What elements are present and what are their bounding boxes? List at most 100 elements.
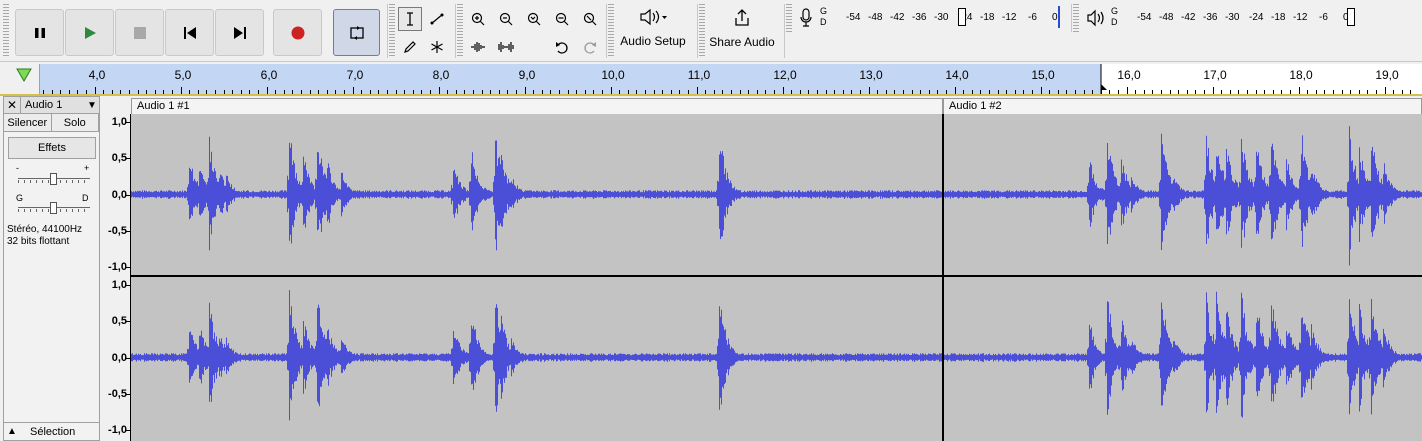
timeline-after-end[interactable] [1101,64,1422,94]
record-icon [291,26,304,39]
clip-boundary[interactable] [942,114,944,441]
pan-slider-thumb[interactable] [50,202,57,214]
amplitude-label: 0,0 [111,351,127,364]
draw-tool-button[interactable] [398,35,422,59]
selection-tool-button[interactable] [398,7,422,31]
zoom-selection-icon [527,12,541,26]
record-meter[interactable]: G D -54 -48 -42 -36 -30 -24 -18 -12 -6 0 [796,6,1066,30]
clip-name[interactable]: Audio 1 #2 [949,100,1002,112]
zoom-out-icon [499,12,513,26]
gain-slider[interactable] [18,173,90,185]
skip-to-start-button[interactable] [165,9,214,56]
ruler-label: 16,0 [1117,68,1141,82]
record-meter-slider-thumb[interactable] [958,8,966,26]
solo-button[interactable]: Solo [51,114,99,132]
meter-scale-label: -42 [1181,12,1196,23]
meter-scale-label: -30 [1225,12,1240,23]
close-track-button[interactable]: ✕ [4,97,21,113]
track-format-line2: 32 bits flottant [7,236,70,247]
amplitude-tick [126,122,130,123]
record-button[interactable] [273,9,322,56]
track-control-panel[interactable]: ✕ Audio 1 ▼ Silencer Solo Effets - + G D… [3,96,100,441]
audio-setup-label: Audio Setup [620,34,686,48]
playback-meter[interactable]: G D -54 -48 -42 -36 -30 -24 -18 -12 -6 0 [1084,6,1364,30]
clip-name[interactable]: Audio 1 #1 [137,100,190,112]
meter-scale-label: -12 [1293,12,1308,23]
zoom-out-button[interactable] [494,7,518,31]
skip-to-end-button[interactable] [215,9,264,56]
zoom-toggle-button[interactable] [578,7,602,31]
ruler-tick [266,87,268,94]
gain-slider-thumb[interactable] [50,173,57,185]
ruler-tick [1126,87,1128,94]
ruler-tick [1212,87,1214,94]
clip-header[interactable]: Audio 1 #2 [943,98,1422,114]
toolbar-separator [387,4,388,58]
selection-end-marker [1100,64,1107,94]
share-icon [735,9,749,26]
tools-grip[interactable] [389,4,395,58]
skip-end-icon [233,26,246,39]
trim-icon [471,42,485,52]
select-track-button[interactable]: ▲ Sélection [4,422,99,440]
meter-scale-label: -36 [1203,12,1218,23]
track-menu-dropdown[interactable]: ▼ [85,100,99,111]
audio-setup-grip[interactable] [608,4,614,58]
audio-setup-button[interactable]: Audio Setup [616,8,690,56]
meter-scale-label: -18 [980,12,995,23]
pause-button[interactable] [15,9,64,56]
playback-meter-slider-thumb[interactable] [1347,8,1355,26]
gain-minus-label: - [16,163,19,173]
mute-button[interactable]: Silencer [4,114,52,132]
ruler-label: 5,0 [174,68,192,82]
collapse-icon[interactable]: ▲ [4,426,20,437]
meter-scale-label: -54 [1137,12,1152,23]
multi-tool-button[interactable] [425,35,449,59]
asterisk-icon [431,41,443,53]
clip-header[interactable]: Audio 1 #1 [131,98,943,114]
pan-slider[interactable] [18,202,90,214]
record-meter-left-channel: G [820,6,828,16]
play-button[interactable] [65,9,114,56]
envelope-tool-button[interactable] [425,7,449,31]
toolbar: Audio Setup Share Audio G D -54 -48 -42 … [0,0,1422,62]
record-meter-grip[interactable] [786,4,792,32]
loop-button[interactable] [333,9,380,56]
playback-meter-left-channel: G [1111,6,1119,16]
amplitude-tick [126,321,130,323]
waveform-view[interactable] [131,114,1422,441]
record-meter-level-bar [1058,6,1060,28]
meter-scale-label: -48 [1159,12,1174,23]
ruler-label: 15,0 [1031,68,1055,82]
ruler-tick [1298,87,1300,94]
edit-grip[interactable] [457,4,463,58]
zoom-toggle-icon [583,12,597,26]
redo-button[interactable] [578,35,602,59]
play-head-icon[interactable] [16,68,32,82]
ruler-tick [524,87,526,94]
undo-button[interactable] [550,35,574,59]
fit-project-button[interactable] [550,7,574,31]
share-audio-button[interactable]: Share Audio [706,8,778,56]
zoom-in-button[interactable] [466,7,490,31]
amplitude-ruler[interactable]: 1,0 0,5 0,0 -0,5 -1,0 1,0 0,5 0,0 -0,5 -1,0 [101,114,131,441]
amplitude-label: -0,5 [108,224,127,237]
trim-audio-button[interactable] [466,35,490,59]
ruler-tick [1384,87,1386,94]
meter-scale-label: -6 [1028,12,1037,23]
meter-scale-label: -36 [912,12,927,23]
fit-selection-button[interactable] [522,7,546,31]
ibeam-icon [407,12,413,26]
silence-audio-button[interactable] [494,35,518,59]
track-name[interactable]: Audio 1 [21,99,85,111]
ruler-tick [610,87,612,94]
timeline-ruler[interactable]: 4,0 5,0 6,0 7,0 8,0 9,0 10,0 11,0 12,0 13,0 14,0 15… [0,62,1422,96]
pan-left-label: G [16,193,24,203]
toolbar-grip[interactable] [3,4,9,58]
share-grip[interactable] [699,4,705,58]
playback-meter-grip[interactable] [1073,4,1079,32]
stop-icon [133,26,146,39]
effects-button[interactable]: Effets [8,137,96,159]
meter-scale-label: -24 [1249,12,1264,23]
stop-button[interactable] [115,9,164,56]
